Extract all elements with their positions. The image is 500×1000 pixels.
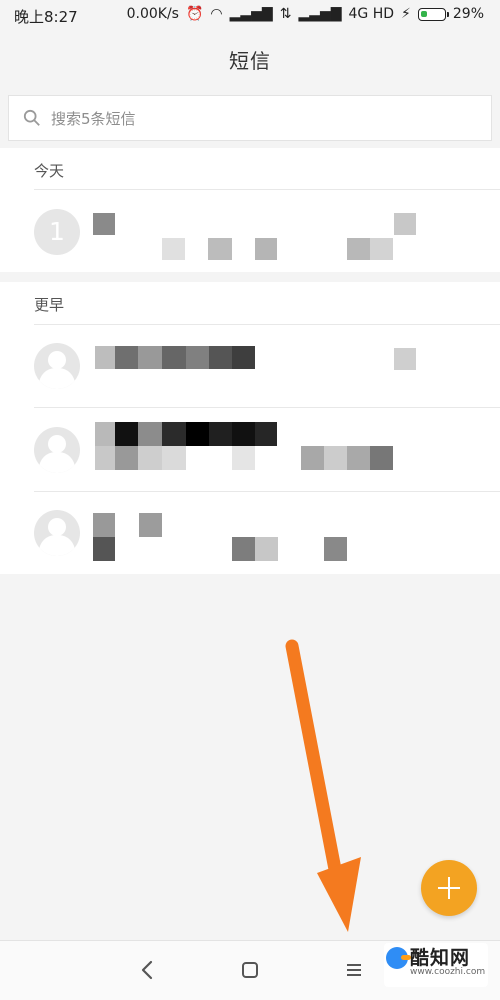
pixelated-message-block — [232, 446, 255, 470]
menu-icon[interactable] — [342, 958, 366, 982]
today-section: 今天 1 — [0, 148, 500, 272]
person-body-icon — [39, 535, 75, 556]
conversation-row[interactable] — [0, 408, 500, 492]
conversation-row[interactable] — [0, 491, 500, 573]
person-body-icon — [39, 452, 75, 473]
conversation-row[interactable] — [0, 324, 500, 408]
watermark-url: www.coozhi.com — [410, 967, 486, 977]
pixelated-message-block — [93, 537, 115, 561]
pixelated-time-block — [370, 238, 393, 260]
conversation-row[interactable]: 1 — [0, 190, 500, 272]
person-head-icon — [48, 351, 66, 369]
network-speed: 0.00K/s — [126, 6, 179, 22]
battery-fill — [420, 10, 427, 17]
pixelated-contact-block — [255, 422, 277, 446]
pixelated-time-block — [347, 238, 370, 260]
app-header: 短信 — [0, 34, 500, 84]
pixelated-contact-block — [93, 513, 115, 537]
wifi-icon: ◠ — [210, 6, 223, 22]
conversation-avatar: 1 — [34, 209, 80, 255]
pixelated-message-block — [370, 446, 393, 470]
earlier-section: 更早 — [0, 282, 500, 574]
person-avatar-icon — [34, 343, 80, 389]
pixelated-contact-block — [209, 346, 232, 369]
person-body-icon — [39, 368, 75, 389]
status-icons: 0.00K/s ⏰ ◠ ▂▃▅▇ ⇅ ▂▃▅▇ 4G HD ⚡ 29% — [127, 6, 484, 22]
network-type: 4G HD — [348, 6, 395, 22]
pixelated-contact-block — [138, 422, 162, 446]
arrow-shaft — [285, 639, 346, 897]
plus-icon — [438, 887, 460, 889]
pixelated-contact-block — [93, 213, 115, 235]
home-icon[interactable] — [238, 958, 262, 982]
person-avatar-icon — [34, 510, 80, 556]
new-message-button[interactable] — [421, 860, 477, 916]
section-label-earlier: 更早 — [34, 296, 65, 314]
page-title: 短信 — [229, 48, 271, 73]
back-icon[interactable] — [136, 958, 160, 982]
pixelated-message-block — [138, 446, 162, 470]
pixelated-contact-block — [139, 513, 162, 537]
pixelated-message-block — [208, 238, 232, 260]
arrow-head — [317, 857, 361, 932]
watermark: 酷知网 www.coozhi.com — [384, 943, 488, 987]
charging-icon: ⚡ — [401, 6, 411, 22]
pixelated-message-block — [95, 446, 115, 470]
pixelated-contact-block — [186, 422, 209, 446]
pixelated-message-block — [255, 238, 277, 260]
pixelated-contact-block — [95, 346, 115, 369]
section-label-today: 今天 — [34, 162, 65, 180]
battery-percent: 29% — [452, 6, 484, 22]
pixelated-contact-block — [232, 346, 255, 369]
pixelated-message-block — [162, 238, 185, 260]
person-head-icon — [48, 518, 66, 536]
avatar-number: 1 — [49, 217, 65, 246]
pixelated-message-block — [324, 537, 347, 561]
pixelated-contact-block — [95, 422, 115, 446]
pixelated-message-block — [255, 537, 278, 561]
pixelated-contact-block — [115, 346, 138, 369]
messages-screen: 晚上8:27 0.00K/s ⏰ ◠ ▂▃▅▇ ⇅ ▂▃▅▇ 4G HD ⚡ 2… — [0, 0, 500, 1000]
search-placeholder: 搜索5条短信 — [51, 109, 136, 128]
coozhi-logo-icon — [386, 947, 411, 969]
pixelated-message-block — [301, 446, 324, 470]
pixelated-message-block — [347, 446, 370, 470]
pixelated-contact-block — [209, 422, 232, 446]
pixelated-time-block — [394, 213, 416, 235]
person-avatar-icon — [34, 427, 80, 473]
pixelated-contact-block — [115, 422, 138, 446]
person-head-icon — [48, 435, 66, 453]
battery-icon — [417, 7, 449, 21]
status-time: 晚上8:27 — [14, 8, 78, 26]
pixelated-message-block — [232, 537, 255, 561]
pixelated-contact-block — [162, 346, 186, 369]
pixelated-message-block — [162, 446, 186, 470]
signal-icon: ▂▃▅▇ — [298, 6, 342, 22]
search-icon — [23, 109, 40, 126]
pixelated-message-block — [115, 446, 138, 470]
watermark-name: 酷知网 — [410, 947, 471, 969]
status-bar: 晚上8:27 0.00K/s ⏰ ◠ ▂▃▅▇ ⇅ ▂▃▅▇ 4G HD ⚡ 2… — [0, 0, 500, 34]
pixelated-contact-block — [162, 422, 186, 446]
alarm-off-icon: ⏰ — [185, 6, 204, 22]
pixelated-contact-block — [138, 346, 162, 369]
signal-icon: ▂▃▅▇ — [229, 6, 273, 22]
data-icon: ⇅ — [279, 6, 292, 22]
search-bar[interactable]: 搜索5条短信 — [8, 95, 492, 141]
pixelated-message-block — [324, 446, 347, 470]
pixelated-time-block — [394, 348, 416, 370]
pixelated-contact-block — [232, 422, 255, 446]
pixelated-contact-block — [186, 346, 209, 369]
